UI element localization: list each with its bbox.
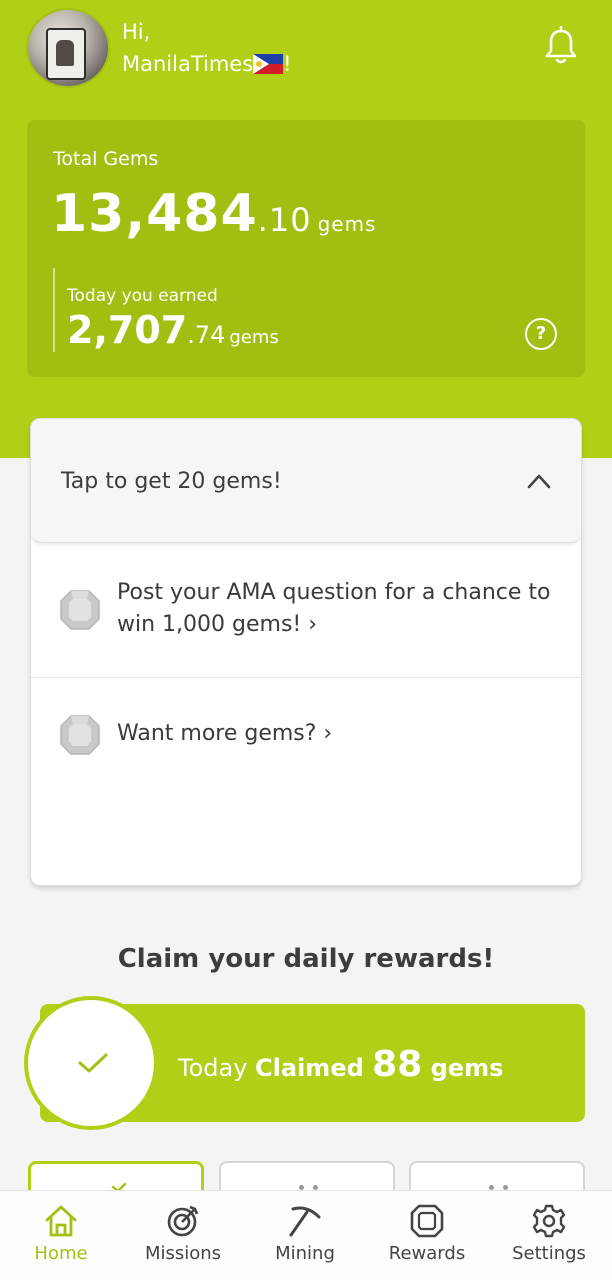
total-gems-value: 13,484.10 gems (51, 184, 376, 244)
greeting-hi: Hi, (122, 20, 151, 44)
greeting: Hi, ManilaTimes! (122, 16, 292, 80)
gem-outline-icon (410, 1204, 444, 1238)
total-gems-unit: gems (317, 212, 377, 236)
avatar-card-figure (46, 28, 86, 80)
total-gems-decimal: .10 (257, 201, 312, 239)
claim-unit: gems (422, 1054, 504, 1082)
total-gems-card: Total Gems 13,484.10 gems Today you earne… (27, 120, 585, 377)
dots-icon (299, 1185, 321, 1190)
help-icon[interactable]: ? (525, 318, 557, 350)
tap-to-earn-header[interactable]: Tap to get 20 gems! (31, 419, 581, 543)
daily-claim-status (24, 996, 158, 1130)
claim-prefix: Today (178, 1054, 256, 1082)
dots-icon (489, 1185, 511, 1190)
claim-status-word: Claimed (255, 1054, 373, 1082)
gem-icon (60, 590, 100, 630)
greeting-exclamation: ! (283, 52, 292, 76)
chevron-up-icon[interactable] (527, 473, 551, 489)
nav-label: Rewards (388, 1243, 466, 1264)
nav-missions[interactable]: Missions (122, 1191, 244, 1280)
home-icon (45, 1205, 77, 1237)
target-icon (167, 1205, 199, 1237)
checkmark-icon (78, 1053, 108, 1073)
list-item-more-gems[interactable]: Want more gems? › (31, 678, 581, 798)
today-earned-integer: 2,707 (67, 308, 188, 352)
nav-home[interactable]: Home (0, 1191, 122, 1280)
pickaxe-icon (289, 1206, 321, 1237)
nav-rewards[interactable]: Rewards (366, 1191, 488, 1280)
nav-label: Missions (144, 1243, 222, 1264)
earned-divider (53, 268, 55, 352)
today-earned-decimal: .74 (187, 321, 226, 349)
gear-icon (532, 1204, 566, 1238)
philippines-flag-icon (253, 54, 284, 74)
today-earned-label: Today you earned (67, 286, 218, 306)
list-item-text: Want more gems? › (117, 721, 333, 746)
total-gems-integer: 13,484 (51, 184, 258, 244)
tap-to-earn-title: Tap to get 20 gems! (61, 469, 282, 494)
today-earned-value: 2,707.74 gems (67, 308, 279, 352)
tap-to-earn-card: Tap to get 20 gems! Post your AMA questi… (30, 418, 582, 886)
total-gems-label: Total Gems (53, 148, 159, 170)
list-item-ama[interactable]: Post your AMA question for a chance to w… (31, 543, 581, 678)
username: ManilaTimes (122, 52, 254, 76)
nav-label: Mining (275, 1243, 335, 1264)
daily-rewards-title: Claim your daily rewards! (117, 944, 495, 974)
list-item-text: Post your AMA question for a chance to w… (117, 580, 551, 637)
gem-icon (60, 715, 100, 755)
claim-amount: 88 (372, 1044, 423, 1085)
bell-icon[interactable] (544, 26, 578, 66)
nav-label: Home (34, 1243, 88, 1264)
today-earned-unit: gems (229, 327, 279, 348)
avatar[interactable] (26, 8, 110, 88)
nav-label: Settings (512, 1243, 586, 1264)
nav-mining[interactable]: Mining (244, 1191, 366, 1280)
bottom-nav: Home Missions Mining Rewards Settings (0, 1190, 612, 1280)
daily-claim-text: Today Claimed 88 gems (178, 1044, 503, 1085)
nav-settings[interactable]: Settings (488, 1191, 610, 1280)
